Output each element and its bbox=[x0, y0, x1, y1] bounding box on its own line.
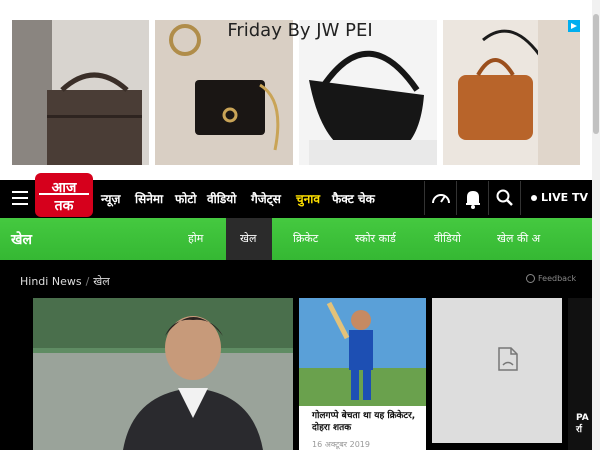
featured-story-image bbox=[33, 298, 293, 450]
live-tv-label: LIVE TV bbox=[541, 191, 588, 204]
section-item-scorecard[interactable]: स्कोर कार्ड bbox=[355, 231, 396, 246]
speedometer-button[interactable] bbox=[424, 181, 456, 215]
ad-image-bag-3[interactable] bbox=[299, 20, 437, 165]
story-thumbnail bbox=[299, 298, 426, 406]
section-title[interactable]: खेल bbox=[11, 230, 32, 249]
live-dot-icon bbox=[531, 195, 537, 201]
nav-item-photo[interactable]: फोटो bbox=[175, 190, 197, 207]
hamburger-menu-icon[interactable] bbox=[12, 191, 28, 205]
page-scrollbar[interactable] bbox=[592, 0, 600, 450]
section-item-cricket[interactable]: क्रिकेट bbox=[293, 231, 318, 246]
nav-item-cinema[interactable]: सिनेमा bbox=[135, 190, 163, 207]
ad-image-bag-2[interactable] bbox=[155, 20, 293, 165]
aajtak-logo[interactable]: आज तक bbox=[33, 171, 95, 219]
svg-text:तक: तक bbox=[54, 198, 75, 214]
search-icon bbox=[496, 189, 513, 206]
notification-button[interactable] bbox=[456, 181, 488, 215]
section-item-home[interactable]: होम bbox=[188, 231, 203, 246]
breadcrumb-current: खेल bbox=[93, 275, 110, 288]
featured-story-card[interactable] bbox=[33, 298, 293, 450]
breadcrumb-home-link[interactable]: Hindi News bbox=[20, 275, 82, 288]
svg-text:आज: आज bbox=[52, 180, 77, 196]
scrollbar-thumb[interactable] bbox=[593, 14, 599, 134]
section-item-video[interactable]: वीडियो bbox=[434, 231, 461, 246]
nav-item-gadgets[interactable]: गैजेट्स bbox=[251, 190, 281, 207]
ad-choices-icon[interactable] bbox=[568, 20, 580, 32]
search-button[interactable] bbox=[488, 181, 520, 215]
section-item-sports[interactable]: खेल bbox=[240, 231, 256, 246]
broken-image-icon bbox=[498, 347, 518, 371]
nav-item-news[interactable]: न्यूज़ bbox=[101, 190, 120, 207]
story-date: 16 अक्टूबर 2019 bbox=[312, 440, 370, 449]
story-card-partial-line-1: PA bbox=[576, 413, 589, 423]
breadcrumb: Hindi News / खेल bbox=[20, 274, 110, 289]
story-card[interactable]: गोलगप्पे बेचता था यह क्रिकेटर, दोहरा शतक… bbox=[299, 298, 426, 450]
ad-image-bag-4[interactable] bbox=[443, 20, 580, 165]
speedometer-icon bbox=[432, 194, 450, 204]
section-item-more[interactable]: खेल की अ bbox=[497, 231, 540, 246]
section-navigation: खेल होम खेल क्रिकेट स्कोर कार्ड वीडियो ख… bbox=[0, 218, 592, 260]
top-navigation: आज तक न्यूज़ सिनेमा फोटो वीडियो गैजेट्स … bbox=[0, 173, 592, 217]
story-card-partial[interactable]: PA र्रा bbox=[568, 298, 592, 450]
bell-icon bbox=[466, 191, 480, 209]
feedback-icon bbox=[526, 274, 535, 283]
nav-item-fact-check[interactable]: फैक्ट चेक bbox=[332, 190, 375, 207]
image-placeholder-card[interactable] bbox=[432, 298, 562, 443]
story-headline[interactable]: गोलगप्पे बेचता था यह क्रिकेटर, दोहरा शतक bbox=[312, 410, 420, 434]
ad-image-bag-1[interactable] bbox=[12, 20, 149, 165]
story-card-partial-line-2: र्रा bbox=[576, 425, 583, 435]
nav-item-elections[interactable]: चुनाव bbox=[296, 190, 320, 207]
feedback-link[interactable]: Feedback bbox=[526, 274, 576, 283]
ad-banner[interactable]: Friday By JW PEI bbox=[0, 0, 600, 180]
ad-title[interactable]: Friday By JW PEI bbox=[0, 20, 600, 41]
live-tv-button[interactable]: LIVE TV bbox=[520, 181, 592, 215]
breadcrumb-separator: / bbox=[85, 275, 90, 288]
feedback-label: Feedback bbox=[538, 274, 577, 283]
nav-item-video[interactable]: वीडियो bbox=[207, 190, 236, 207]
story-card-partial-text: PA र्रा bbox=[576, 412, 589, 436]
